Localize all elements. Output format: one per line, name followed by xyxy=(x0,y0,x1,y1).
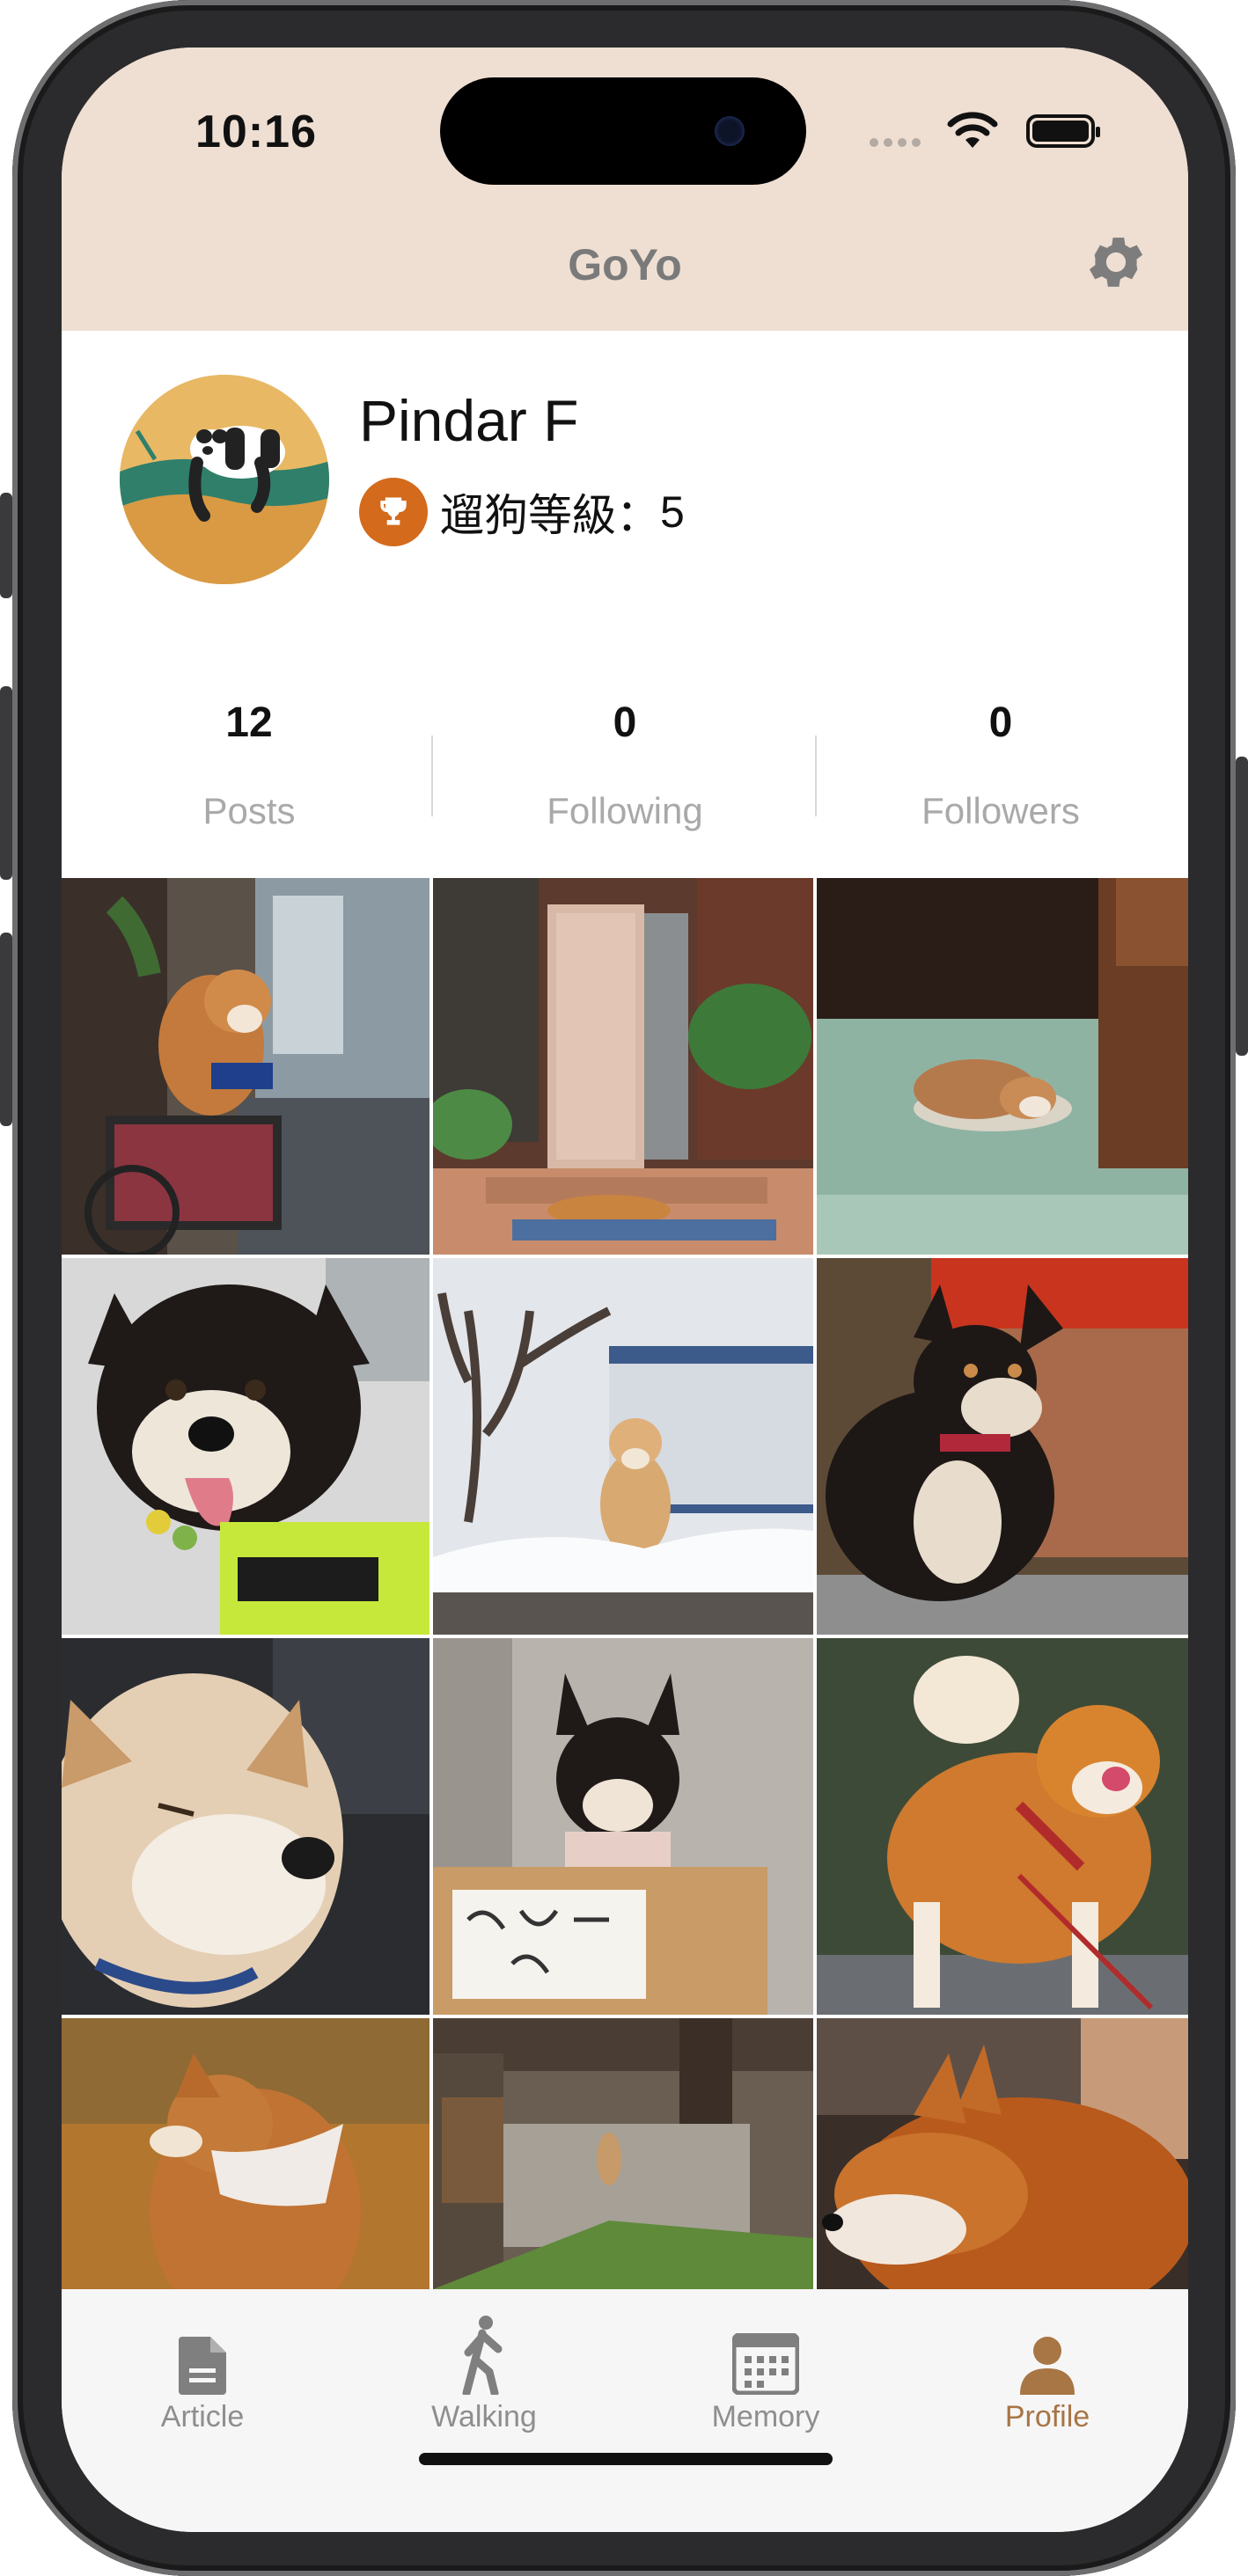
battery-icon xyxy=(1026,114,1100,148)
top-bar: 10:16 GoYo xyxy=(62,48,1188,331)
dog-in-courtyard-photo[interactable] xyxy=(433,2018,813,2289)
shiba-profile-photo[interactable] xyxy=(817,2018,1188,2289)
shiba-in-bicycle-basket-photo[interactable] xyxy=(62,878,429,1255)
tab-memory-label: Memory xyxy=(711,2400,820,2433)
camera-dot xyxy=(715,116,745,146)
tab-walking[interactable]: Walking xyxy=(343,2316,625,2434)
walking-icon xyxy=(462,2316,503,2395)
profile-header: Pindar F 遛狗等級： 5 12 Posts 0 Following 0 xyxy=(62,331,1188,878)
power-button xyxy=(1236,757,1248,1056)
photo-grid xyxy=(62,878,1188,2289)
black-shiba-with-harness-photo[interactable] xyxy=(62,1258,429,1635)
shiba-in-box-with-sign-photo[interactable] xyxy=(433,1638,813,2015)
tab-walking-label: Walking xyxy=(431,2400,537,2433)
stat-following[interactable]: 0 Following xyxy=(437,690,812,832)
dynamic-island xyxy=(440,77,806,185)
walk-level: 遛狗等級： 5 xyxy=(359,477,685,547)
username: Pindar F xyxy=(359,388,579,453)
posts-count: 12 xyxy=(225,699,273,746)
calendar-icon xyxy=(732,2333,799,2395)
tab-memory[interactable]: Memory xyxy=(625,2316,907,2434)
avatar[interactable] xyxy=(120,375,329,584)
home-indicator[interactable] xyxy=(419,2453,833,2465)
volume-up-button xyxy=(0,686,12,880)
tab-profile[interactable]: Profile xyxy=(907,2316,1188,2434)
cream-shiba-closeup-photo[interactable] xyxy=(62,1638,429,2015)
volume-down-button xyxy=(0,933,12,1126)
document-icon xyxy=(179,2337,226,2395)
action-button xyxy=(0,493,12,598)
status-time: 10:16 xyxy=(195,106,317,157)
shiba-with-scarf-photo[interactable] xyxy=(62,2018,429,2289)
stat-posts[interactable]: 12 Posts xyxy=(62,690,437,832)
red-shiba-licking-photo[interactable] xyxy=(817,1638,1188,2015)
stat-divider xyxy=(431,735,433,816)
level-value: 5 xyxy=(660,487,685,537)
stats-row: 12 Posts 0 Following 0 Followers xyxy=(62,690,1188,848)
person-icon xyxy=(1020,2337,1075,2395)
black-shiba-portrait-photo[interactable] xyxy=(817,1258,1188,1635)
following-count: 0 xyxy=(613,699,637,746)
tab-bar: Article Walking Memory Profile xyxy=(62,2289,1188,2532)
wifi-icon xyxy=(947,112,998,148)
dog-sleeping-at-doorstep-photo[interactable] xyxy=(433,878,813,1255)
following-label: Following xyxy=(547,790,703,831)
app-screen: 10:16 GoYo Pindar F 遛狗等級： 5 12 Posts 0 F… xyxy=(62,48,1188,2532)
posts-label: Posts xyxy=(202,790,296,831)
gear-icon[interactable] xyxy=(1083,229,1149,296)
tab-profile-label: Profile xyxy=(1004,2400,1090,2433)
shiba-in-snow-photo[interactable] xyxy=(433,1258,813,1635)
tab-article-label: Article xyxy=(160,2400,245,2433)
stat-followers[interactable]: 0 Followers xyxy=(813,690,1188,832)
tab-article[interactable]: Article xyxy=(62,2316,343,2434)
followers-count: 0 xyxy=(988,699,1013,746)
trophy-icon xyxy=(359,478,428,546)
cellular-signal-icon xyxy=(870,135,926,151)
dog-sleeping-on-floor-photo[interactable] xyxy=(817,878,1188,1255)
app-title: GoYo xyxy=(568,240,682,289)
level-label: 遛狗等級： xyxy=(440,491,660,540)
followers-label: Followers xyxy=(921,790,1080,831)
